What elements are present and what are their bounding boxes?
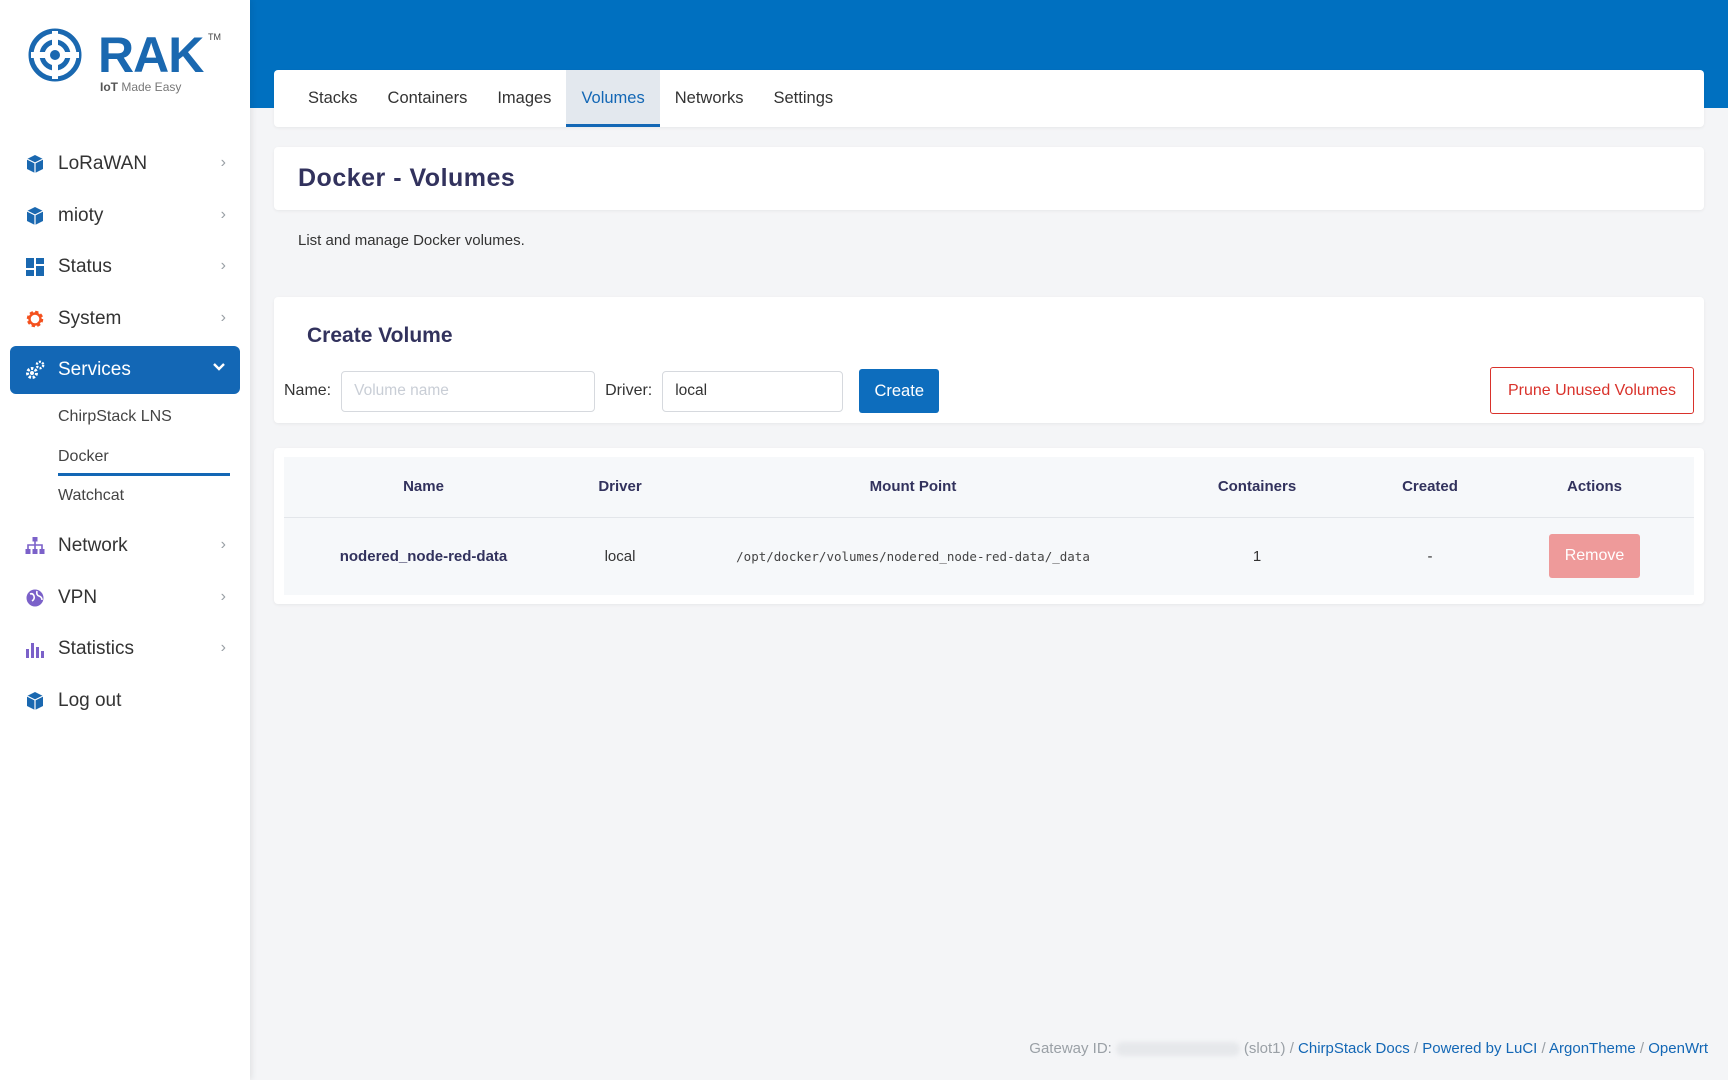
- column-header-actions: Actions: [1495, 457, 1694, 518]
- sidebar-item-lorawan[interactable]: LoRaWAN ›: [10, 140, 240, 188]
- chevron-right-icon: ›: [220, 536, 226, 553]
- driver-label: Driver:: [605, 382, 653, 399]
- sidebar-item-network[interactable]: Network ›: [10, 522, 240, 570]
- create-volume-form: Name: Driver: Create: [284, 369, 940, 413]
- sidebar-item-label: Log out: [58, 689, 122, 711]
- volume-containers-cell: 1: [1149, 517, 1365, 595]
- chevron-right-icon: ›: [220, 587, 226, 605]
- footer: Gateway ID: (slot1) / ChirpStack Docs / P…: [1029, 1040, 1708, 1057]
- volume-name-cell: nodered_node-red-data: [284, 517, 563, 595]
- cube-icon: [24, 205, 46, 227]
- page-title-card: Docker - Volumes: [274, 147, 1704, 210]
- gateway-id-redacted: [1115, 1042, 1240, 1057]
- sidebar-item-vpn[interactable]: VPN ›: [10, 574, 240, 622]
- sidebar-item-label: LoRaWAN: [58, 153, 148, 174]
- gateway-slot: (slot1): [1243, 1040, 1286, 1057]
- volume-name-input[interactable]: [341, 370, 596, 412]
- tab-networks[interactable]: Networks: [660, 70, 759, 127]
- column-header-driver[interactable]: Driver: [563, 457, 677, 518]
- volume-mount-point-cell: /opt/docker/volumes/nodered_node-red-dat…: [677, 517, 1149, 595]
- sidebar-item-system[interactable]: System ›: [10, 295, 240, 343]
- tab-images[interactable]: Images: [482, 70, 566, 127]
- chevron-right-icon: ›: [220, 639, 226, 656]
- tab-stacks[interactable]: Stacks: [293, 70, 373, 127]
- services-submenu: ChirpStack LNS Docker Watchcat: [10, 398, 240, 517]
- page-description: List and manage Docker volumes.: [298, 232, 525, 249]
- rak-logo[interactable]: RAK TM IoT Made Easy: [26, 26, 226, 96]
- globe-icon: [24, 587, 46, 609]
- driver-input[interactable]: [662, 370, 844, 412]
- column-header-mount-point[interactable]: Mount Point: [677, 457, 1149, 518]
- sidebar-item-label: mioty: [58, 204, 104, 226]
- footer-link-chirpstack-docs[interactable]: ChirpStack Docs: [1298, 1040, 1410, 1057]
- volume-driver-cell: local: [563, 517, 677, 595]
- submenu-item-docker[interactable]: Docker: [58, 437, 240, 477]
- sidebar-item-label: Statistics: [58, 638, 135, 659]
- tab-volumes[interactable]: Volumes: [566, 70, 661, 127]
- submenu-item-chirpstack[interactable]: ChirpStack LNS: [58, 398, 240, 438]
- rak-logo-icon: [28, 28, 82, 82]
- create-volume-card: Create Volume Name: Driver: Create Prune…: [274, 297, 1704, 423]
- chevron-right-icon: ›: [220, 308, 226, 326]
- sidebar-item-label: System: [58, 307, 122, 329]
- submenu-item-watchcat[interactable]: Watchcat: [58, 477, 240, 517]
- sidebar-item-label: VPN: [58, 586, 98, 608]
- tab-settings[interactable]: Settings: [759, 70, 849, 127]
- brand-tagline: IoT Made Easy: [100, 80, 182, 94]
- cube-icon: [24, 690, 46, 712]
- create-button[interactable]: Create: [859, 369, 940, 413]
- sidebar-item-label: Status: [58, 256, 112, 277]
- column-header-containers[interactable]: Containers: [1149, 457, 1365, 518]
- chevron-down-icon: [212, 360, 226, 379]
- sidebar-nav: LoRaWAN › mioty › Status › System › Serv…: [10, 140, 240, 728]
- sidebar-item-statistics[interactable]: Statistics ›: [10, 625, 240, 673]
- volume-created-cell: -: [1365, 517, 1495, 595]
- create-volume-title: Create Volume: [307, 324, 453, 347]
- docker-tabs: Stacks Containers Images Volumes Network…: [274, 70, 1704, 127]
- sidebar-item-status[interactable]: Status ›: [10, 243, 240, 291]
- bar-chart-icon: [24, 638, 46, 660]
- table-row: nodered_node-red-data local /opt/docker/…: [284, 517, 1694, 595]
- column-header-name[interactable]: Name: [284, 457, 563, 518]
- brand-tm: TM: [208, 32, 221, 42]
- volumes-table-card: Name Driver Mount Point Containers Creat…: [274, 448, 1704, 604]
- brand-name: RAK: [98, 27, 204, 83]
- sitemap-icon: [24, 535, 46, 557]
- volume-actions-cell: Remove: [1495, 517, 1694, 595]
- footer-link-argontheme[interactable]: ArgonTheme: [1549, 1040, 1636, 1057]
- page-title: Docker - Volumes: [298, 164, 516, 192]
- footer-link-openwrt[interactable]: OpenWrt: [1648, 1040, 1708, 1057]
- gateway-id-label: Gateway ID:: [1029, 1040, 1112, 1057]
- sidebar-item-label: Services: [58, 359, 131, 380]
- chevron-right-icon: ›: [220, 257, 226, 274]
- volumes-table: Name Driver Mount Point Containers Creat…: [284, 457, 1694, 595]
- remove-volume-button[interactable]: Remove: [1549, 534, 1640, 579]
- sidebar-item-mioty[interactable]: mioty ›: [10, 192, 240, 240]
- tab-containers[interactable]: Containers: [373, 70, 483, 127]
- sidebar: RAK TM IoT Made Easy LoRaWAN › mioty › S…: [0, 0, 250, 1080]
- name-label: Name:: [284, 382, 332, 399]
- cogs-icon: [24, 359, 46, 381]
- gear-icon: [24, 308, 46, 330]
- sidebar-item-logout[interactable]: Log out: [10, 677, 240, 725]
- chevron-right-icon: ›: [220, 154, 226, 171]
- dashboard-icon: [24, 256, 46, 278]
- cube-icon: [24, 153, 46, 175]
- prune-unused-volumes-button[interactable]: Prune Unused Volumes: [1490, 367, 1694, 414]
- table-header-row: Name Driver Mount Point Containers Creat…: [284, 457, 1694, 518]
- sidebar-item-services[interactable]: Services: [10, 346, 240, 394]
- footer-link-luci[interactable]: Powered by LuCI: [1422, 1040, 1537, 1057]
- sidebar-item-label: Network: [58, 535, 128, 556]
- column-header-created[interactable]: Created: [1365, 457, 1495, 518]
- chevron-right-icon: ›: [220, 205, 226, 223]
